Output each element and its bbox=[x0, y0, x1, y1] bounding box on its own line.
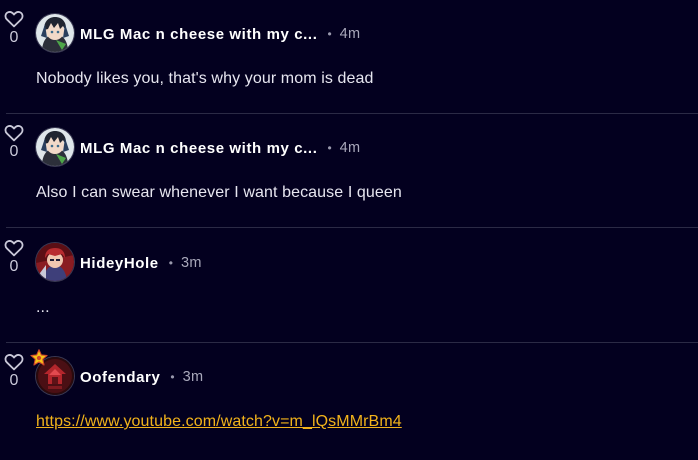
comment-thread: 0 MLG Mac n cheese with my c... • 4m Nob… bbox=[0, 0, 698, 460]
user-avatar[interactable] bbox=[36, 128, 74, 166]
comment-text: ... bbox=[36, 299, 50, 316]
avatar-anime-character-icon bbox=[36, 128, 74, 166]
comment-item: 0 HideyHole • 3m ... bbox=[0, 229, 698, 343]
comment-link[interactable]: https://www.youtube.com/watch?v=m_lQsMMr… bbox=[36, 413, 402, 431]
username[interactable]: HideyHole bbox=[80, 255, 159, 272]
like-count: 0 bbox=[9, 372, 19, 389]
like-count: 0 bbox=[9, 143, 19, 160]
timestamp: 3m bbox=[180, 255, 202, 271]
like-control: 0 bbox=[4, 10, 24, 46]
comment-header: Oofendary • 3m bbox=[80, 367, 203, 387]
like-control: 0 bbox=[4, 124, 24, 160]
username[interactable]: Oofendary bbox=[80, 369, 160, 386]
heart-icon[interactable] bbox=[4, 239, 24, 257]
like-control: 0 bbox=[4, 239, 24, 275]
separator-dot: • bbox=[327, 141, 332, 155]
heart-icon[interactable] bbox=[4, 124, 24, 142]
like-control: 0 bbox=[4, 353, 24, 389]
username[interactable]: MLG Mac n cheese with my c... bbox=[80, 140, 317, 157]
comment-item: 0 MLG Mac n cheese with my c... • 4m Nob… bbox=[0, 0, 698, 114]
user-avatar[interactable] bbox=[36, 243, 74, 281]
comment-header: HideyHole • 3m bbox=[80, 253, 202, 273]
timestamp: 3m bbox=[182, 369, 204, 385]
avatar-anime-character-icon bbox=[36, 14, 74, 52]
comment-header: MLG Mac n cheese with my c... • 4m bbox=[80, 24, 360, 44]
user-avatar[interactable] bbox=[36, 14, 74, 52]
divider bbox=[6, 227, 698, 228]
like-count: 0 bbox=[9, 29, 19, 46]
timestamp: 4m bbox=[339, 140, 361, 156]
separator-dot: • bbox=[168, 256, 173, 270]
comment-header: MLG Mac n cheese with my c... • 4m bbox=[80, 138, 360, 158]
comment-item: 0 MLG Mac n cheese with my c... • 4m Als… bbox=[0, 114, 698, 228]
timestamp: 4m bbox=[339, 26, 361, 42]
comment-text: Nobody likes you, that's why your mom is… bbox=[36, 70, 374, 87]
comment-text: Also I can swear whenever I want because… bbox=[36, 184, 402, 201]
separator-dot: • bbox=[327, 27, 332, 41]
comment-item: 0 Oofendary • 3m https://www.youtube.com… bbox=[0, 343, 698, 460]
heart-icon[interactable] bbox=[4, 353, 24, 371]
heart-icon[interactable] bbox=[4, 10, 24, 28]
like-count: 0 bbox=[9, 258, 19, 275]
star-badge-icon bbox=[30, 349, 48, 366]
username[interactable]: MLG Mac n cheese with my c... bbox=[80, 26, 317, 43]
separator-dot: • bbox=[170, 370, 175, 384]
avatar-red-character-icon bbox=[36, 243, 74, 281]
